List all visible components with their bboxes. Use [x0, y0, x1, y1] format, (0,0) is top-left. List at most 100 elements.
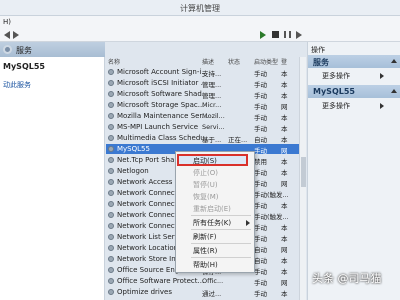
service-logon: 本	[281, 235, 288, 243]
service-desc: 管理...	[202, 92, 222, 100]
service-startup: 手动	[254, 103, 267, 111]
service-startup: 手动	[254, 268, 267, 276]
start-service-link[interactable]: 动此服务	[3, 80, 31, 90]
service-row[interactable]: Mozilla Maintenance Ser... Mozil... 手动 本	[106, 111, 306, 122]
service-row[interactable]: Microsoft Software Shad... 管理... 手动 本	[106, 89, 306, 100]
service-name: MySQL55	[117, 145, 150, 153]
actions-section-services-label: 服务	[313, 58, 329, 67]
restart-service-icon[interactable]	[296, 31, 302, 39]
menu-item-all-tasks[interactable]: 所有任务(K)	[193, 218, 231, 228]
service-gear-icon	[108, 69, 114, 75]
service-startup: 手动	[254, 125, 267, 133]
service-gear-icon	[108, 234, 114, 240]
service-gear-icon	[108, 146, 114, 152]
service-logon: 本	[281, 70, 288, 78]
service-desc: Micr...	[202, 101, 222, 109]
service-logon: 本	[281, 92, 288, 100]
start-service-icon[interactable]	[260, 31, 266, 39]
more-actions-services[interactable]: 更多操作	[322, 71, 384, 81]
menu-item-help[interactable]: 帮助(H)	[193, 260, 218, 270]
service-row[interactable]: Office Software Protect... Offic... 手动 网	[106, 276, 306, 287]
watermark: 头条 @司马猫	[312, 272, 382, 285]
column-status[interactable]: 状态	[228, 57, 240, 66]
service-gear-icon	[108, 157, 114, 163]
service-startup: 手动(触发...	[254, 213, 289, 221]
service-row[interactable]: Optimize drives 通过... 手动 本	[106, 287, 306, 298]
service-logon: 本	[281, 268, 288, 276]
service-gear-icon	[108, 278, 114, 284]
service-logon: 本	[281, 169, 288, 177]
services-header: 服务	[0, 42, 105, 57]
service-row[interactable]: Microsoft Account Sign-i... 支持... 手动 本	[106, 67, 306, 78]
pause-service-icon[interactable]	[284, 31, 291, 38]
menu-separator	[191, 215, 251, 216]
service-gear-icon	[108, 113, 114, 119]
menu-help[interactable]: H)	[3, 18, 11, 26]
back-icon[interactable]	[4, 31, 10, 39]
scrollbar-thumb[interactable]	[301, 157, 306, 187]
service-startup: 手动	[254, 279, 267, 287]
service-gear-icon	[108, 223, 114, 229]
service-gear-icon	[108, 102, 114, 108]
actions-section-mysql[interactable]: MySQL55	[308, 85, 400, 98]
menu-item-restart[interactable]: 重新启动(E)	[193, 204, 231, 214]
service-row[interactable]: Multimedia Class Schedu... 基于... 正在... 自动 本	[106, 133, 306, 144]
service-gear-icon	[108, 289, 114, 295]
more-actions-label: 更多操作	[322, 102, 350, 110]
more-actions-label: 更多操作	[322, 72, 350, 80]
service-desc: 基于...	[202, 136, 222, 144]
service-logon: 本	[281, 125, 288, 133]
window-title: 计算机管理	[180, 4, 220, 13]
window-titlebar: 计算机管理	[0, 0, 400, 16]
service-startup: 手动	[254, 202, 267, 210]
menu-item-resume[interactable]: 恢复(M)	[193, 192, 219, 202]
column-logon[interactable]: 登	[281, 57, 287, 66]
column-startup-type[interactable]: 启动类型	[254, 57, 278, 66]
collapse-icon[interactable]	[391, 89, 397, 93]
column-description[interactable]: 描述	[202, 57, 214, 66]
service-desc: 支持...	[202, 70, 222, 78]
menu-separator	[191, 257, 251, 258]
service-logon: 本	[281, 202, 288, 210]
context-menu: 启动(S) 停止(O) 暂停(U) 恢复(M) 重新启动(E) 所有任务(K) …	[175, 151, 255, 273]
gear-icon	[3, 45, 12, 54]
service-desc: Offic...	[202, 277, 224, 285]
service-name: Microsoft iSCSI Initiator ...	[117, 79, 208, 87]
menu-item-pause[interactable]: 暂停(U)	[193, 180, 218, 190]
service-startup: 手动	[254, 235, 267, 243]
menu-item-start[interactable]: 启动(S)	[193, 156, 217, 166]
service-gear-icon	[108, 267, 114, 273]
service-gear-icon	[108, 212, 114, 218]
actions-title: 操作	[311, 46, 325, 54]
menu-item-stop[interactable]: 停止(O)	[193, 168, 218, 178]
service-gear-icon	[108, 135, 114, 141]
menu-item-properties[interactable]: 属性(R)	[193, 246, 217, 256]
collapse-icon[interactable]	[391, 59, 397, 63]
service-gear-icon	[108, 124, 114, 130]
service-startup: 手动	[254, 180, 267, 188]
services-scrollbar[interactable]	[299, 57, 306, 300]
more-actions-mysql[interactable]: 更多操作	[322, 101, 384, 111]
actions-pane: 操作 服务 更多操作 MySQL55 更多操作	[307, 42, 400, 300]
service-gear-icon	[108, 168, 114, 174]
forward-icon[interactable]	[13, 31, 19, 39]
service-logon: 本	[281, 290, 288, 298]
service-row[interactable]: Microsoft Storage Spac... Micr... 手动 网	[106, 100, 306, 111]
service-gear-icon	[108, 256, 114, 262]
service-name: Multimedia Class Schedu...	[117, 134, 212, 142]
service-name: MS-MPI Launch Service	[117, 123, 199, 131]
service-logon: 本	[281, 257, 288, 265]
service-name: Microsoft Account Sign-i...	[117, 68, 208, 76]
service-desc: 管理...	[202, 81, 222, 89]
service-name: Office Software Protect...	[117, 277, 205, 285]
chevron-right-icon	[380, 103, 384, 109]
column-name[interactable]: 名称	[108, 57, 120, 66]
service-startup: 手动	[254, 114, 267, 122]
actions-section-services[interactable]: 服务	[308, 55, 400, 68]
stop-service-icon[interactable]	[272, 31, 279, 38]
service-name: Microsoft Storage Spac...	[117, 101, 205, 109]
service-row[interactable]: Microsoft iSCSI Initiator ... 管理... 手动 本	[106, 78, 306, 89]
menu-item-refresh[interactable]: 刷新(F)	[193, 232, 217, 242]
service-row[interactable]: MS-MPI Launch Service Servi... 手动 本	[106, 122, 306, 133]
menu-separator	[191, 243, 251, 244]
